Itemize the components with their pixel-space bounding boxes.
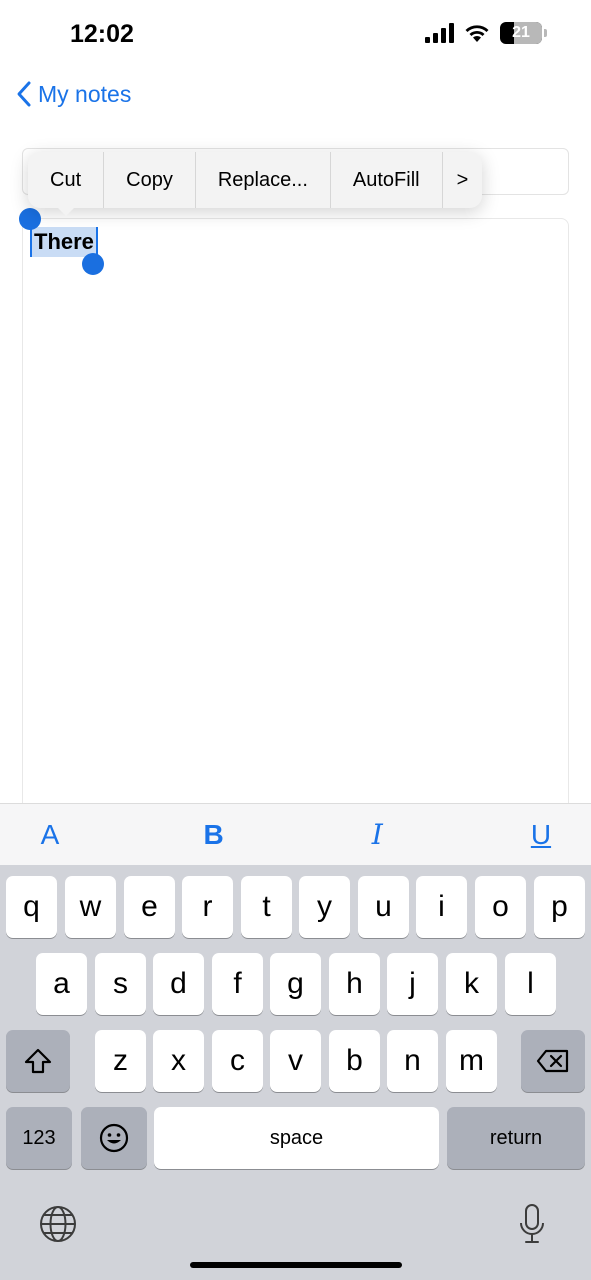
cellular-signal-icon (425, 23, 454, 43)
key-m[interactable]: m (446, 1030, 497, 1092)
dictation-key[interactable] (512, 1202, 552, 1246)
key-b[interactable]: b (329, 1030, 380, 1092)
format-toolbar: A B I U (0, 803, 591, 865)
home-indicator[interactable] (190, 1262, 402, 1268)
battery-icon: 21 (500, 22, 542, 44)
key-n[interactable]: n (387, 1030, 438, 1092)
battery-level: 21 (512, 24, 530, 41)
menu-replace[interactable]: Replace... (196, 152, 331, 208)
key-s[interactable]: s (95, 953, 146, 1015)
key-a[interactable]: a (36, 953, 87, 1015)
selection-end-handle[interactable] (82, 253, 104, 275)
bold-button[interactable]: B (196, 819, 232, 851)
keyboard: q w e r t y u i o p a s d f g h j k l z … (0, 865, 591, 1280)
key-f[interactable]: f (212, 953, 263, 1015)
key-y[interactable]: y (299, 876, 350, 938)
underline-button[interactable]: U (523, 819, 559, 851)
emoji-key[interactable] (81, 1107, 147, 1169)
key-l[interactable]: l (505, 953, 556, 1015)
numbers-key[interactable]: 123 (6, 1107, 72, 1169)
text-context-menu: Cut Copy Replace... AutoFill > (28, 152, 483, 208)
backspace-icon (536, 1049, 569, 1073)
menu-more-button[interactable]: > (443, 152, 483, 208)
key-e[interactable]: e (124, 876, 175, 938)
key-o[interactable]: o (475, 876, 526, 938)
menu-copy[interactable]: Copy (104, 152, 196, 208)
key-w[interactable]: w (65, 876, 116, 938)
italic-button[interactable]: I (359, 818, 395, 851)
space-key[interactable]: space (154, 1107, 439, 1169)
selection-start-handle[interactable] (19, 208, 41, 230)
emoji-icon (99, 1123, 129, 1153)
key-q[interactable]: q (6, 876, 57, 938)
key-u[interactable]: u (358, 876, 409, 938)
globe-key[interactable] (38, 1202, 78, 1246)
shift-key[interactable] (6, 1030, 70, 1092)
selected-text[interactable]: There (30, 227, 98, 257)
microphone-icon (520, 1204, 544, 1243)
menu-pointer (56, 206, 76, 216)
menu-autofill[interactable]: AutoFill (331, 152, 443, 208)
key-t[interactable]: t (241, 876, 292, 938)
key-z[interactable]: z (95, 1030, 146, 1092)
back-button[interactable]: My notes (16, 80, 131, 108)
key-x[interactable]: x (153, 1030, 204, 1092)
status-time: 12:02 (70, 20, 134, 48)
delete-key[interactable] (521, 1030, 585, 1092)
key-c[interactable]: c (212, 1030, 263, 1092)
return-key[interactable]: return (447, 1107, 585, 1169)
shift-icon (24, 1048, 52, 1074)
status-icons: 21 (425, 22, 547, 44)
battery-tip (544, 29, 547, 37)
wifi-icon (465, 25, 489, 42)
key-g[interactable]: g (270, 953, 321, 1015)
key-v[interactable]: v (270, 1030, 321, 1092)
key-h[interactable]: h (329, 953, 380, 1015)
key-k[interactable]: k (446, 953, 497, 1015)
key-p[interactable]: p (534, 876, 585, 938)
note-body-field[interactable] (22, 218, 569, 818)
key-d[interactable]: d (153, 953, 204, 1015)
key-j[interactable]: j (387, 953, 438, 1015)
key-r[interactable]: r (182, 876, 233, 938)
menu-cut[interactable]: Cut (28, 152, 105, 208)
back-label: My notes (38, 80, 132, 107)
key-i[interactable]: i (416, 876, 467, 938)
globe-icon (40, 1206, 76, 1242)
font-button[interactable]: A (32, 819, 68, 851)
chevron-left-icon (17, 81, 31, 107)
